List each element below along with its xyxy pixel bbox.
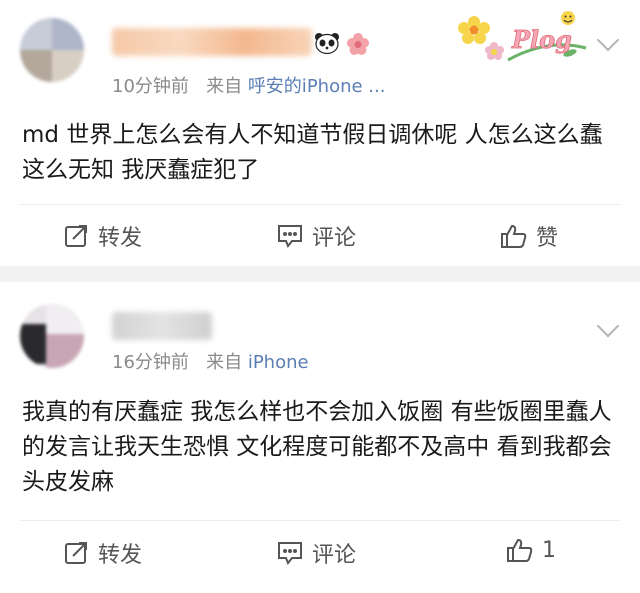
panda-icon	[315, 33, 339, 54]
like-button[interactable]: 1	[506, 537, 556, 563]
post-card: 16分钟前 来自 iPhone 我真的有厌蠢症 我怎么样也不会加入饭圈 有些饭圈…	[0, 282, 640, 593]
post-time: 16分钟前	[112, 352, 189, 373]
like-label: 赞	[536, 226, 559, 251]
source-link[interactable]: 呼安的iPhone ...	[248, 76, 386, 97]
thumbs-up-icon	[507, 538, 533, 562]
flower-icon	[347, 33, 369, 55]
post-card: Plog 10分钟前 来自 呼安的iPhone ... md 世界上怎么会有人不…	[0, 0, 640, 266]
chevron-down-icon[interactable]	[596, 314, 620, 338]
avatar[interactable]	[20, 304, 84, 368]
chevron-down-icon[interactable]	[596, 28, 620, 52]
thumbs-up-icon	[501, 224, 527, 248]
comment-label: 评论	[312, 543, 357, 568]
comment-icon	[278, 542, 302, 565]
post-content: md 世界上怎么会有人不知道节假日调休呢 人怎么这么蠢这么无知 我厌蠢症犯了	[22, 122, 603, 183]
comment-button[interactable]: 评论	[276, 220, 356, 252]
svg-text:Plog: Plog	[511, 25, 572, 54]
avatar[interactable]	[20, 18, 84, 82]
comment-button[interactable]: 评论	[276, 537, 356, 569]
divider	[20, 520, 620, 521]
comment-label: 评论	[312, 226, 357, 251]
post-time: 10分钟前	[112, 76, 189, 97]
post-meta: 16分钟前 来自 iPhone	[112, 348, 309, 374]
comment-icon	[278, 225, 302, 248]
flower-icon	[458, 16, 490, 44]
repost-label: 转发	[98, 226, 143, 251]
post-content: 我真的有厌蠢症 我怎么样也不会加入饭圈 有些饭圈里蠢人的发言让我天生恐惧 文化程…	[22, 399, 612, 495]
like-count: 1	[542, 537, 556, 563]
repost-button[interactable]: 转发	[64, 220, 142, 252]
source-prefix: 来自	[206, 76, 243, 97]
source-link[interactable]: iPhone	[248, 352, 309, 373]
repost-button[interactable]: 转发	[64, 537, 142, 569]
source-prefix: 来自	[206, 352, 243, 373]
plog-decoration: Plog	[458, 8, 590, 68]
like-button[interactable]: 赞	[500, 220, 558, 252]
repost-label: 转发	[98, 543, 143, 568]
divider	[20, 204, 620, 205]
username[interactable]	[112, 312, 212, 340]
repost-icon	[65, 225, 87, 247]
repost-icon	[65, 542, 87, 564]
username[interactable]	[112, 28, 312, 56]
post-meta: 10分钟前 来自 呼安的iPhone ...	[112, 72, 385, 98]
